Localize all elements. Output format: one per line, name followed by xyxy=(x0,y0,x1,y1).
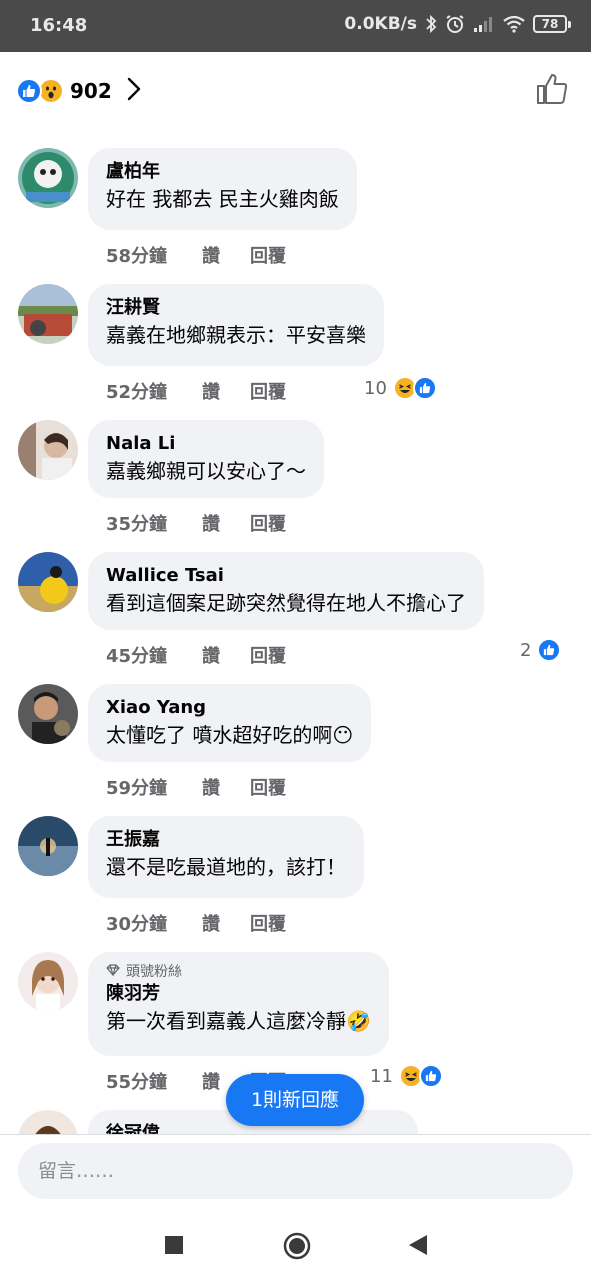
like-comment-button[interactable]: 讚 xyxy=(202,1068,220,1094)
status-time: 16:48 xyxy=(30,15,88,36)
avatar[interactable] xyxy=(18,684,78,744)
avatar[interactable] xyxy=(18,148,78,208)
comment-author[interactable]: Xiao Yang xyxy=(106,696,353,720)
like-icon xyxy=(418,1064,443,1088)
comment-text: 太懂吃了 噴水超好吃的啊😶 xyxy=(106,723,354,747)
reply-button[interactable]: 回覆 xyxy=(250,910,286,936)
wifi-icon xyxy=(503,15,525,33)
reply-button[interactable]: 回覆 xyxy=(250,774,286,800)
like-comment-button[interactable]: 讚 xyxy=(202,642,220,668)
comment-bubble[interactable]: 汪耕賢 嘉義在地鄉親表示：平安喜樂 xyxy=(88,284,384,366)
navigation-bar xyxy=(0,1210,591,1280)
comment-actions: 58分鐘 讚 回覆 xyxy=(106,242,316,268)
comment-reactions[interactable]: 11 xyxy=(370,1064,443,1088)
comment-bubble[interactable]: Wallice Tsai 看到這個案足跡突然覺得在地人不擔心了 xyxy=(88,552,484,630)
comment-time[interactable]: 52分鐘 xyxy=(106,378,202,404)
comment-reaction-count: 2 xyxy=(520,639,532,661)
alarm-icon xyxy=(445,14,465,34)
comment-time[interactable]: 30分鐘 xyxy=(106,910,202,936)
comment-bubble[interactable]: 頭號粉絲 陳羽芳 第一次看到嘉義人這麼冷靜🤣 xyxy=(88,952,389,1056)
diamond-icon xyxy=(106,962,120,982)
avatar[interactable] xyxy=(18,816,78,876)
avatar[interactable] xyxy=(18,552,78,612)
comment-author[interactable]: 盧柏年 xyxy=(106,160,339,184)
comment-bubble[interactable]: Nala Li 嘉義鄉親可以安心了～ xyxy=(88,420,324,498)
comment-reactions[interactable]: 2 xyxy=(520,638,562,662)
like-comment-button[interactable]: 讚 xyxy=(202,774,220,800)
comment-time[interactable]: 45分鐘 xyxy=(106,642,202,668)
like-icon xyxy=(412,376,437,400)
avatar[interactable] xyxy=(18,284,78,344)
like-post-button[interactable] xyxy=(535,72,569,110)
comment-text: 嘉義在地鄉親表示：平安喜樂 xyxy=(106,323,366,347)
comment-actions: 35分鐘 讚 回覆 xyxy=(106,510,316,536)
reply-button[interactable]: 回覆 xyxy=(250,242,286,268)
comment-bubble[interactable]: 王振嘉 還不是吃最道地的，該打！ xyxy=(88,816,364,898)
battery-icon: 78 xyxy=(533,15,571,33)
comment-actions: 45分鐘 讚 回覆 xyxy=(106,642,316,668)
comment-actions: 52分鐘 讚 回覆 xyxy=(106,378,316,404)
status-bar: 16:48 0.0KB/s 78 xyxy=(0,0,591,52)
bluetooth-icon xyxy=(425,15,437,33)
like-icon xyxy=(16,78,42,104)
avatar[interactable] xyxy=(18,952,78,1012)
comment-time[interactable]: 59分鐘 xyxy=(106,774,202,800)
reply-button[interactable]: 回覆 xyxy=(250,378,286,404)
comment-time[interactable]: 58分鐘 xyxy=(106,242,202,268)
comments-sheet: 902 盧柏年 好在 我都去 民主火雞肉飯 58分鐘 讚 回覆 汪耕賢 嘉義在地… xyxy=(0,52,591,1210)
comment-reactions[interactable]: 10 xyxy=(364,376,437,400)
reply-button[interactable]: 回覆 xyxy=(250,510,286,536)
like-icon xyxy=(537,638,562,662)
comment-author[interactable]: Wallice Tsai xyxy=(106,564,466,588)
comment-text: 還不是吃最道地的，該打！ xyxy=(106,855,346,879)
comment-text: 看到這個案足跡突然覺得在地人不擔心了 xyxy=(106,591,466,615)
comment-text: 嘉義鄉親可以安心了～ xyxy=(106,459,306,483)
recents-button[interactable] xyxy=(164,1235,184,1259)
comment-bubble[interactable]: Xiao Yang 太懂吃了 噴水超好吃的啊😶 xyxy=(88,684,372,762)
avatar[interactable] xyxy=(18,420,78,480)
comment-author[interactable]: Nala Li xyxy=(106,432,306,456)
comment-composer xyxy=(0,1134,591,1210)
reactions-summary[interactable]: 902 xyxy=(16,76,142,106)
chevron-right-icon xyxy=(126,76,142,106)
comment-bubble[interactable]: 盧柏年 好在 我都去 民主火雞肉飯 xyxy=(88,148,357,230)
status-icons: 0.0KB/s 78 xyxy=(344,14,571,34)
network-speed: 0.0KB/s xyxy=(344,14,417,34)
like-comment-button[interactable]: 讚 xyxy=(202,378,220,404)
new-replies-button[interactable]: 1則新回應 xyxy=(226,1074,364,1126)
reply-button[interactable]: 回覆 xyxy=(250,642,286,668)
comments-header: 902 xyxy=(0,52,591,132)
comment-author[interactable]: 汪耕賢 xyxy=(106,296,366,320)
comment-text: 好在 我都去 民主火雞肉飯 xyxy=(106,187,339,211)
comment-time[interactable]: 55分鐘 xyxy=(106,1068,202,1094)
reaction-count: 902 xyxy=(70,79,112,103)
comment-input[interactable] xyxy=(18,1143,573,1199)
signal-icon xyxy=(473,15,495,33)
comment-reaction-count: 10 xyxy=(364,377,387,399)
like-comment-button[interactable]: 讚 xyxy=(202,910,220,936)
back-button[interactable] xyxy=(407,1233,429,1261)
comment-actions: 59分鐘 讚 回覆 xyxy=(106,774,316,800)
like-comment-button[interactable]: 讚 xyxy=(202,510,220,536)
comment-actions: 30分鐘 讚 回覆 xyxy=(106,910,316,936)
comment-time[interactable]: 35分鐘 xyxy=(106,510,202,536)
home-button[interactable] xyxy=(283,1232,311,1264)
comment-reaction-count: 11 xyxy=(370,1065,393,1087)
badge-label: 頭號粉絲 xyxy=(126,964,182,980)
top-fan-badge: 頭號粉絲 xyxy=(106,962,371,982)
comment-author[interactable]: 王振嘉 xyxy=(106,828,346,852)
comment-author[interactable]: 陳羽芳 xyxy=(106,982,371,1006)
like-comment-button[interactable]: 讚 xyxy=(202,242,220,268)
comment-text: 第一次看到嘉義人這麼冷靜🤣 xyxy=(106,1009,371,1033)
